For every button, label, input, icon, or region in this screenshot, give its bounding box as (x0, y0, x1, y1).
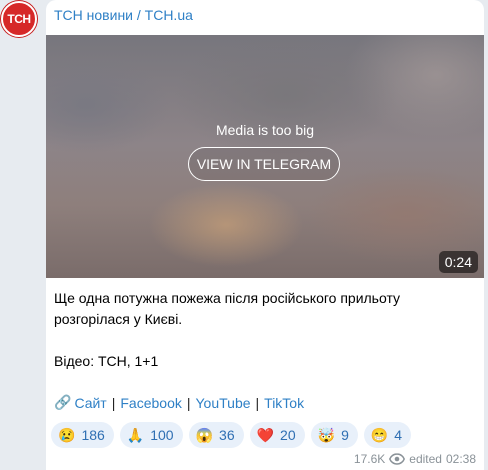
reaction-heart[interactable]: ❤️ 20 (249, 422, 305, 448)
reaction-count: 4 (394, 427, 403, 443)
red-heart-icon: ❤️ (256, 427, 275, 443)
reaction-screaming[interactable]: 😱 36 (188, 422, 244, 448)
link-icon: 🔗 (54, 394, 72, 410)
reaction-count: 9 (341, 427, 349, 443)
reaction-count: 100 (150, 427, 174, 443)
message-line-1: Ще одна потужна пожежа після російського… (54, 290, 401, 306)
message-time: 02:38 (445, 452, 476, 466)
site-link[interactable]: Сайт (74, 395, 106, 411)
view-in-telegram-button[interactable]: VIEW IN TELEGRAM (188, 147, 340, 181)
reactions-bar: 😢 186 🙏 100 😱 36 ❤️ 20 🤯 9 😁 4 (51, 422, 412, 448)
message-meta: 17.6K edited 02:38 (354, 452, 476, 466)
reaction-praying[interactable]: 🙏 100 (119, 422, 183, 448)
exploding-head-icon: 🤯 (317, 427, 336, 443)
channel-links: 🔗 Сайт | Facebook | YouTube | TikTok (54, 394, 304, 411)
link-separator: | (186, 394, 191, 411)
video-credit: Відео: ТСН, 1+1 (54, 353, 159, 369)
tiktok-link[interactable]: TikTok (264, 395, 304, 411)
message-line-2: розгорілася у Києві. (54, 311, 183, 327)
facebook-link[interactable]: Facebook (120, 395, 181, 411)
link-separator: | (255, 394, 260, 411)
youtube-link[interactable]: YouTube (196, 395, 251, 411)
media-too-big-notice: Media is too big (215, 122, 315, 138)
link-separator: | (111, 394, 116, 411)
eye-icon (389, 453, 406, 465)
edited-label: edited (409, 452, 442, 466)
video-duration-badge: 0:24 (438, 251, 478, 273)
message-bubble: ТСН новини / TCH.ua Media is too big VIE… (46, 0, 484, 470)
avatar-logo-text: ТСН (7, 12, 31, 26)
praying-hands-icon: 🙏 (126, 427, 145, 443)
view-count: 17.6K (353, 452, 386, 466)
channel-name[interactable]: ТСН новини / TCH.ua (54, 7, 193, 23)
grinning-face-icon: 😁 (370, 427, 389, 443)
reaction-count: 20 (280, 427, 296, 443)
reaction-count: 186 (81, 427, 105, 443)
reaction-grinning[interactable]: 😁 4 (363, 422, 412, 448)
video-preview[interactable]: Media is too big VIEW IN TELEGRAM 0:24 (46, 35, 484, 278)
reaction-exploding-head[interactable]: 🤯 9 (310, 422, 358, 448)
reaction-count: 36 (219, 427, 235, 443)
message-text: Ще одна потужна пожежа після російського… (54, 288, 474, 330)
screaming-face-icon: 😱 (195, 427, 214, 443)
crying-face-icon: 😢 (58, 427, 76, 443)
channel-avatar[interactable]: ТСН (1, 1, 37, 37)
reaction-crying[interactable]: 😢 186 (51, 422, 114, 448)
